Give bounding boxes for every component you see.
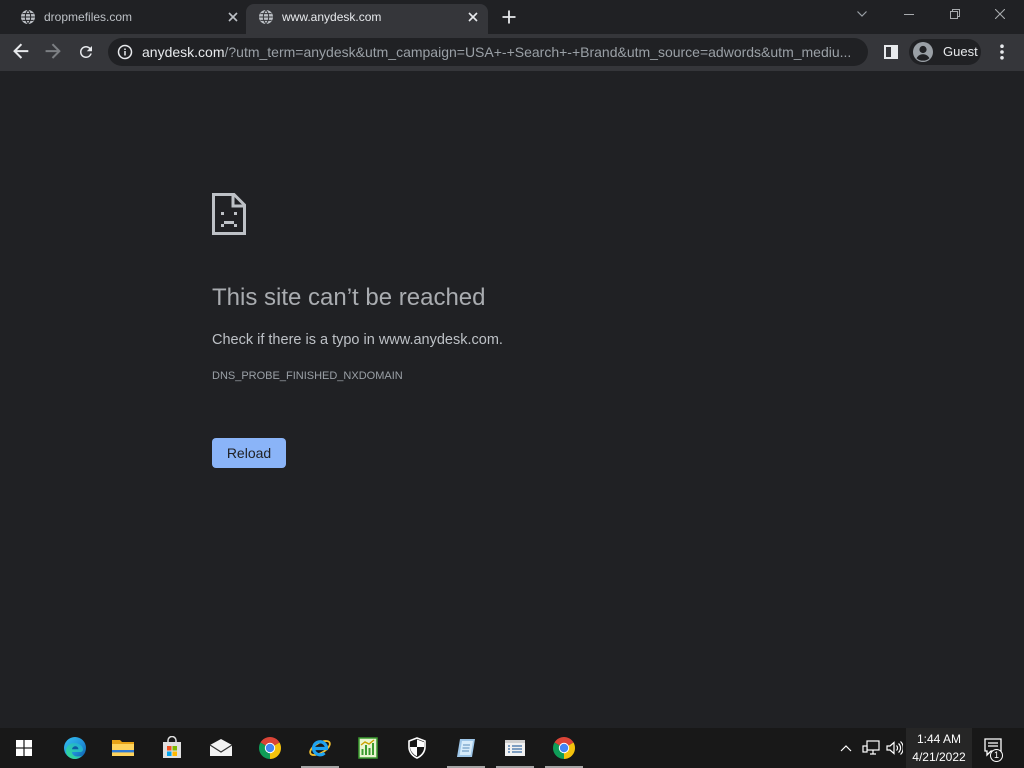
taskbar-app[interactable] [103, 728, 143, 768]
taskbar-app[interactable] [152, 728, 192, 768]
taskbar-app[interactable] [544, 728, 584, 768]
taskbar-app[interactable] [446, 728, 486, 768]
taskbar-app[interactable] [300, 728, 340, 768]
screen: dropmefiles.com www.anydesk.com anydesk.… [0, 0, 1024, 768]
back-icon[interactable] [12, 43, 30, 61]
file-explorer-icon [112, 740, 134, 756]
browser-tab[interactable]: www.anydesk.com [246, 4, 488, 34]
list-app-icon [505, 740, 525, 756]
volume-icon[interactable] [885, 740, 903, 756]
taskbar: 1:44 AM 4/21/2022 1 [0, 728, 1024, 768]
globe-icon [21, 9, 35, 25]
chart-app-icon [358, 737, 378, 759]
windows-start-icon [16, 740, 32, 756]
side-panel-icon[interactable] [884, 45, 898, 59]
taskbar-app[interactable] [348, 728, 388, 768]
restore-button[interactable] [945, 4, 965, 24]
show-hidden-icons-icon[interactable] [840, 744, 852, 752]
error-message: Check if there is a typo in www.anydesk.… [212, 332, 503, 348]
address-bar[interactable]: anydesk.com/?utm_term=anydesk&utm_campai… [108, 38, 868, 66]
windows-security-icon [408, 737, 426, 759]
tab-search-button[interactable] [852, 4, 872, 24]
store-icon [163, 736, 181, 758]
chrome-icon [553, 737, 575, 759]
url-host: anydesk.com [142, 44, 225, 60]
info-icon[interactable] [117, 44, 133, 60]
edge-icon [64, 737, 86, 759]
clock-time: 1:44 AM [916, 732, 962, 746]
plus-icon[interactable] [501, 9, 517, 25]
browser-tab[interactable]: dropmefiles.com [8, 4, 248, 34]
url-text[interactable]: anydesk.com/?utm_term=anydesk&utm_campai… [142, 38, 862, 66]
tab-search-icon [857, 11, 867, 17]
sad-page-icon [212, 193, 246, 235]
network-icon[interactable] [862, 740, 880, 756]
error-code: DNS_PROBE_FINISHED_NXDOMAIN [212, 370, 403, 382]
action-center-button[interactable]: 1 [981, 736, 1005, 762]
close-window-button[interactable] [990, 4, 1010, 24]
taskbar-app[interactable] [250, 728, 290, 768]
reload-icon[interactable] [77, 43, 95, 61]
notification-count-badge: 1 [990, 749, 1003, 762]
minimize-icon [904, 14, 914, 15]
taskbar-clock[interactable]: 1:44 AM 4/21/2022 [906, 728, 972, 768]
profile-label: Guest [943, 44, 978, 59]
error-page: This site can’t be reached Check if ther… [0, 71, 1024, 728]
toolbar: anydesk.com/?utm_term=anydesk&utm_campai… [0, 34, 1024, 71]
taskbar-app[interactable] [201, 728, 241, 768]
reload-button[interactable]: Reload [212, 438, 286, 468]
taskbar-app[interactable] [495, 728, 535, 768]
clock-date: 4/21/2022 [912, 750, 966, 764]
close-icon[interactable] [226, 10, 240, 24]
close-icon [995, 9, 1005, 19]
error-heading: This site can’t be reached [212, 284, 486, 311]
minimize-button[interactable] [899, 4, 919, 24]
profile-button[interactable]: Guest [909, 39, 981, 65]
avatar-icon [913, 42, 933, 62]
taskbar-app[interactable] [397, 728, 437, 768]
start-button[interactable] [4, 728, 44, 768]
restore-icon [950, 9, 960, 19]
forward-icon[interactable] [44, 43, 62, 61]
taskbar-app[interactable] [55, 728, 95, 768]
globe-icon [259, 9, 273, 25]
menu-icon[interactable] [998, 44, 1006, 60]
tab-strip: dropmefiles.com www.anydesk.com [0, 0, 1024, 34]
tab-title: dropmefiles.com [44, 10, 133, 24]
mail-icon [209, 739, 233, 756]
internet-explorer-icon [309, 740, 331, 757]
url-path: /?utm_term=anydesk&utm_campaign=USA+-+Se… [224, 44, 852, 60]
notepad-app-icon [457, 739, 475, 757]
close-icon[interactable] [466, 10, 480, 24]
chrome-icon [259, 737, 281, 759]
tab-title: www.anydesk.com [282, 10, 382, 24]
